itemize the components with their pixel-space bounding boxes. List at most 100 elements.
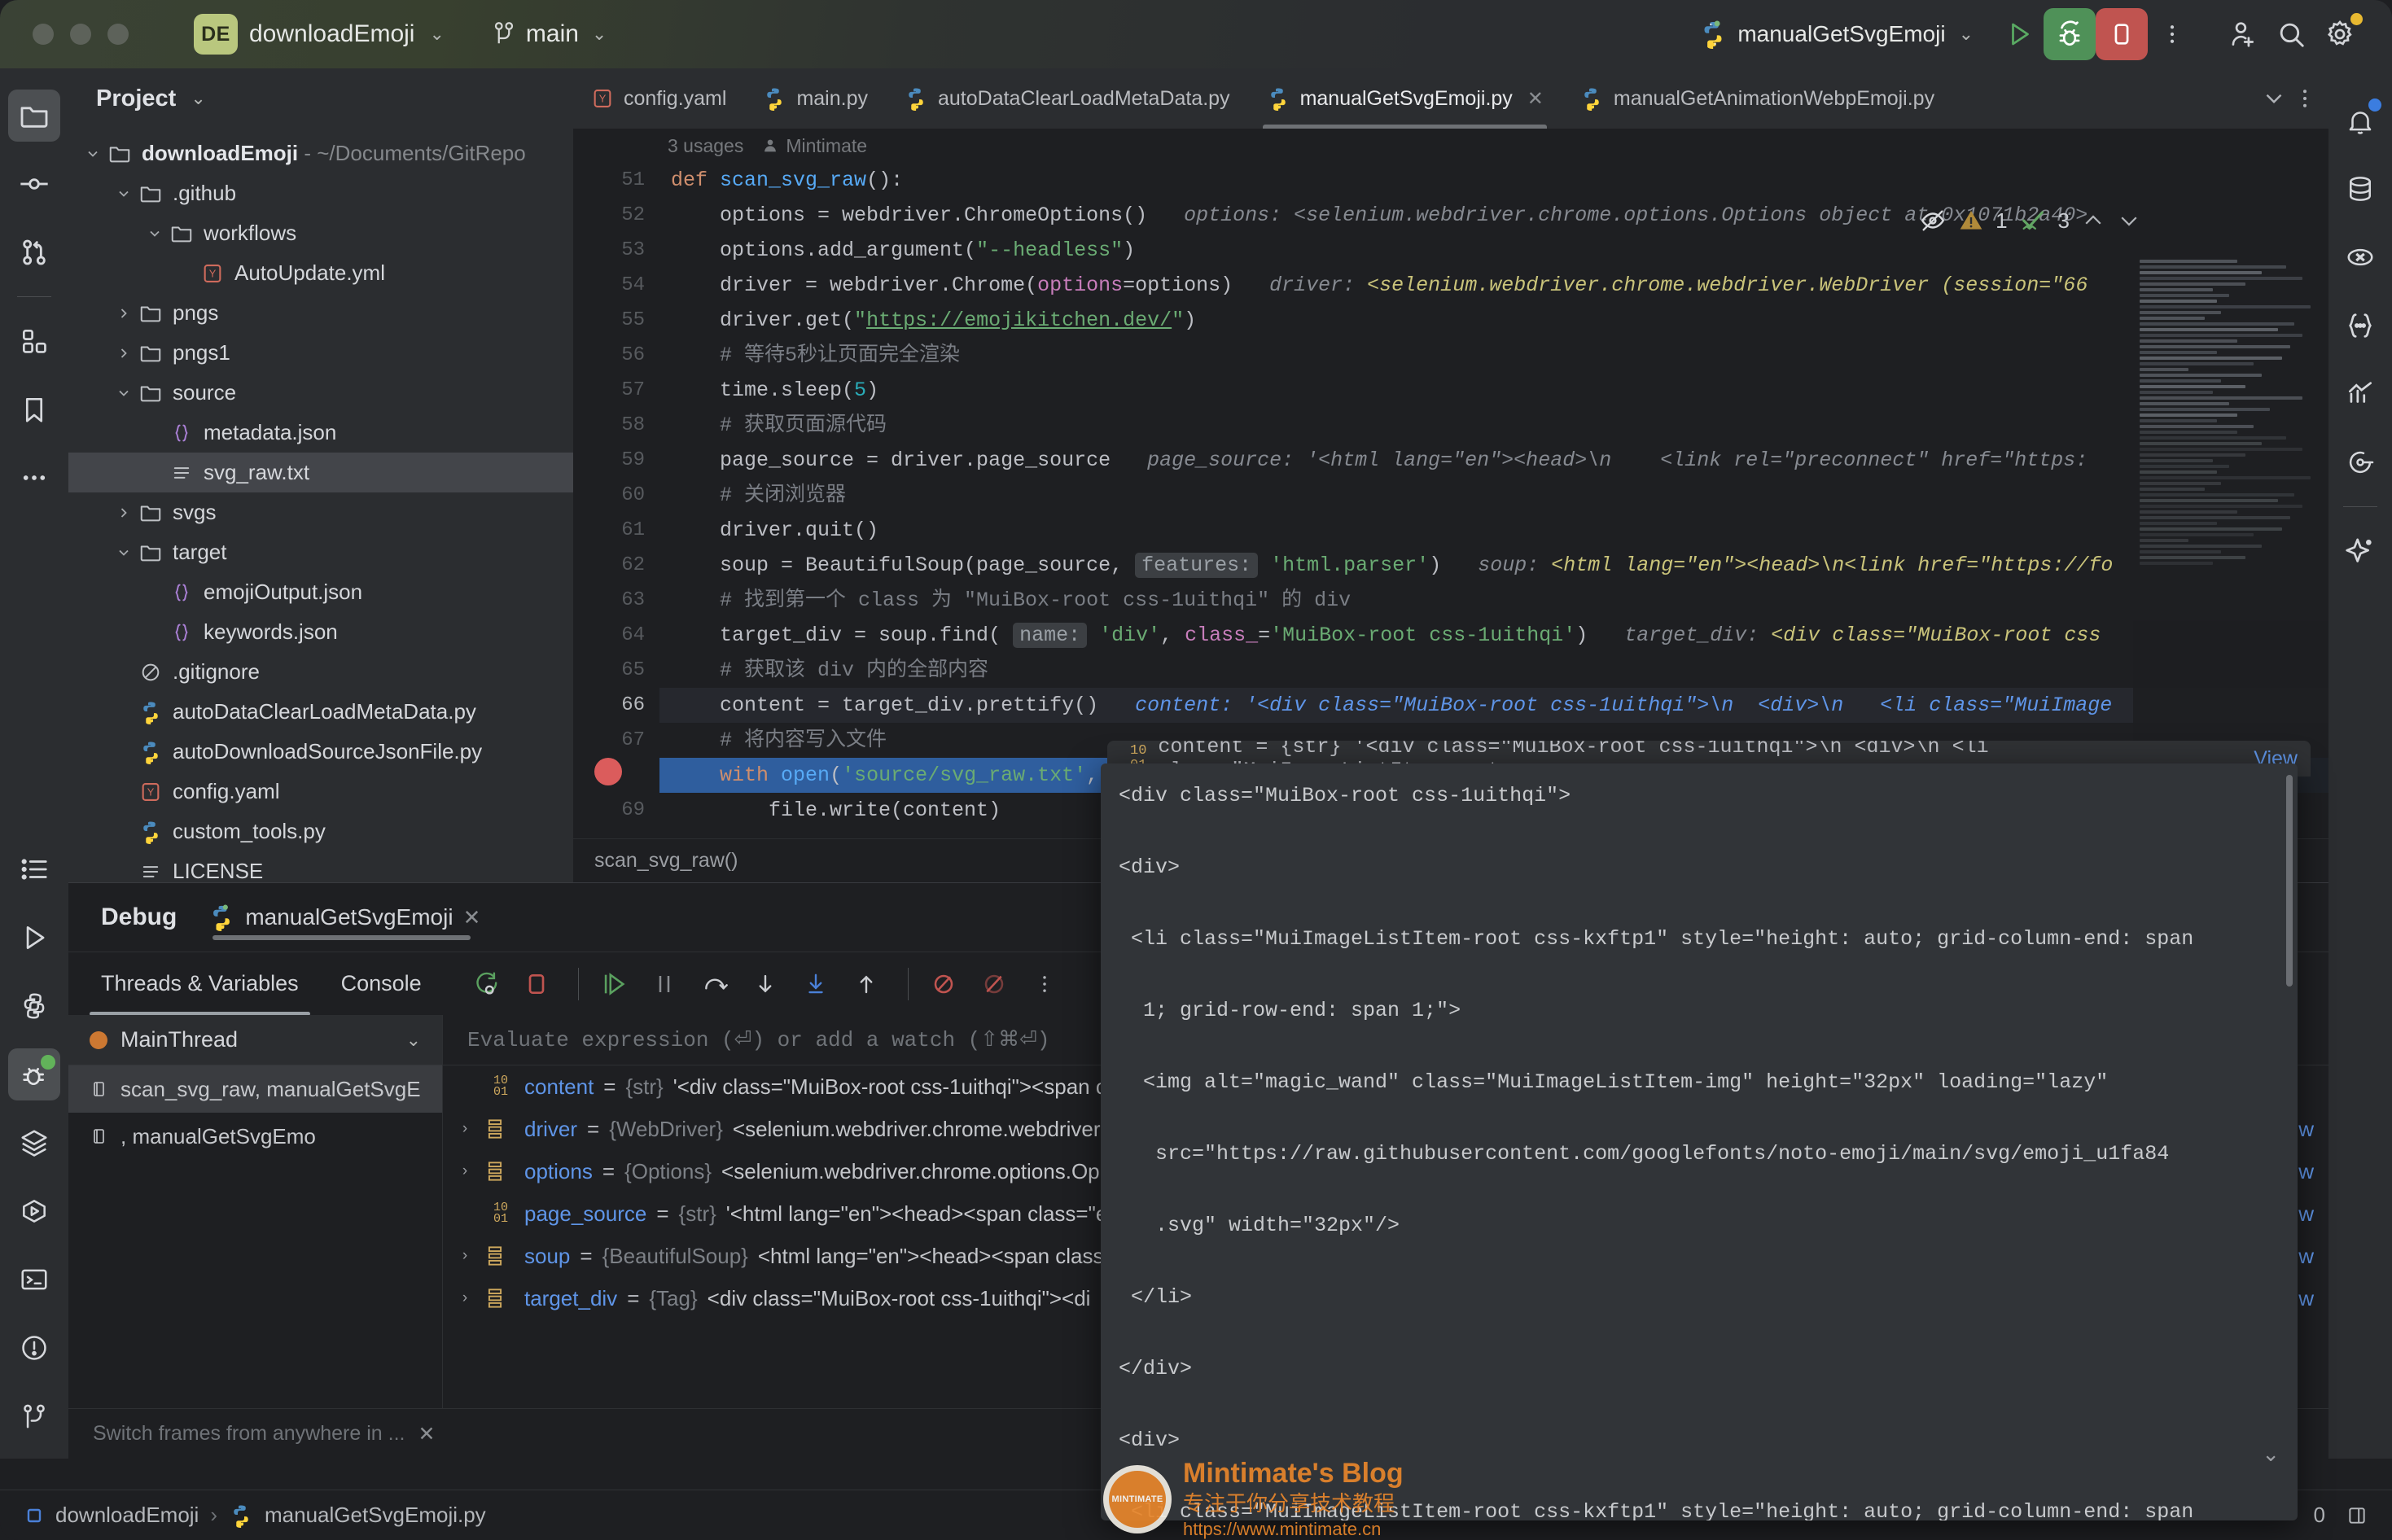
tree-item-autodataclearloadmetadata-py[interactable]: autoDataClearLoadMetaData.py [68, 692, 573, 732]
step-into-icon[interactable] [743, 962, 787, 1006]
plugins-icon[interactable] [8, 315, 60, 367]
code-line[interactable]: soup = BeautifulSoup(page_source, featur… [659, 548, 2328, 583]
stop-icon[interactable] [515, 962, 559, 1006]
code-line[interactable]: # 获取页面源代码 [659, 408, 2328, 443]
expand-arrow-icon[interactable]: › [453, 1247, 477, 1265]
run-tool-icon[interactable] [8, 912, 60, 964]
line-number[interactable]: 51 [573, 163, 659, 198]
code-line[interactable]: driver.quit() [659, 513, 2328, 548]
breakpoint-icon[interactable] [594, 758, 622, 785]
line-number[interactable]: 62 [573, 548, 659, 583]
code-line[interactable]: # 获取该 div 内的全部内容 [659, 653, 2328, 688]
disclosure-arrow-icon[interactable] [116, 186, 137, 202]
thread-selector[interactable]: MainThread ⌄ [68, 1015, 442, 1065]
endpoints-icon[interactable] [2334, 436, 2386, 488]
line-number[interactable]: 60 [573, 478, 659, 513]
editor-tab-config-yaml[interactable]: Yconfig.yaml [573, 68, 744, 129]
line-number[interactable]: 64 [573, 618, 659, 653]
line-number[interactable]: 65 [573, 653, 659, 688]
usages-label[interactable]: 3 usages [668, 135, 743, 157]
tree-item-pngs[interactable]: pngs [68, 293, 573, 333]
tree-item-source[interactable]: source [68, 373, 573, 413]
frame-item[interactable]: scan_svg_raw, manualGetSvgE [68, 1065, 442, 1113]
problems-icon[interactable] [8, 1322, 60, 1374]
disclosure-arrow-icon[interactable] [116, 305, 137, 322]
status-breadcrumb[interactable]: downloadEmoji › manualGetSvgEmoji.py [24, 1503, 486, 1528]
disclosure-arrow-icon[interactable] [116, 545, 137, 561]
line-number[interactable]: 67 [573, 723, 659, 758]
disclosure-arrow-icon[interactable] [147, 225, 168, 242]
status-menu-icon[interactable] [2346, 1505, 2368, 1526]
settings-icon[interactable] [2315, 10, 2364, 59]
code-line[interactable]: time.sleep(5) [659, 373, 2328, 408]
debug-icon[interactable] [2044, 8, 2096, 60]
xml-icon[interactable] [2334, 231, 2386, 283]
line-number[interactable]: 59 [573, 443, 659, 478]
project-icon[interactable] [8, 90, 60, 142]
line-number-gutter[interactable]: 51 52 53 54 55 56 57 58 59 60 61 62 63 64 65 66 67 69 [573, 163, 659, 882]
editor-tab-bar[interactable]: Yconfig.yaml main.py autoDataClearLoadMeta… [573, 68, 2328, 129]
close-icon[interactable]: ✕ [463, 905, 481, 930]
line-number[interactable]: 58 [573, 408, 659, 443]
tree-item-emojioutput-json[interactable]: emojiOutput.json [68, 572, 573, 612]
code-line[interactable]: # 关闭浏览器 [659, 478, 2328, 513]
tree-item-target[interactable]: target [68, 532, 573, 572]
tree-item-svg-raw-txt[interactable]: svg_raw.txt [68, 453, 573, 492]
more-actions-icon[interactable] [2148, 10, 2197, 59]
code-line[interactable]: options.add_argument("--headless") [659, 233, 2328, 268]
tree-item-pngs1[interactable]: pngs1 [68, 333, 573, 373]
run-icon[interactable] [1995, 10, 2044, 59]
search-icon[interactable] [2267, 10, 2315, 59]
tree-item-config-yaml[interactable]: Yconfig.yaml [68, 772, 573, 812]
view-breakpoints-icon[interactable] [972, 962, 1016, 1006]
version-control-icon[interactable] [8, 1390, 60, 1442]
editor-tab-main-py[interactable]: main.py [744, 68, 886, 129]
step-over-icon[interactable] [693, 962, 737, 1006]
database-icon[interactable] [2334, 163, 2386, 215]
tree-item-downloademoji[interactable]: downloadEmoji - ~/Documents/GitRepo [68, 133, 573, 173]
project-selector[interactable]: DE downloadEmoji ⌄ [194, 14, 445, 55]
add-collaborator-icon[interactable] [2218, 10, 2267, 59]
popup-scrollbar[interactable] [2286, 775, 2293, 987]
frame-list[interactable]: scan_svg_raw, manualGetSvgE , manualGetSv… [68, 1065, 442, 1160]
editor-tab-manualgetanimationwebpemoji-py[interactable]: manualGetAnimationWebpEmoji.py [1562, 68, 1952, 129]
commit-icon[interactable] [8, 158, 60, 210]
tab-threads-variables[interactable]: Threads & Variables [90, 952, 310, 1016]
notifications-icon[interactable] [2334, 94, 2386, 147]
run-configuration-selector[interactable]: manualGetSvgEmoji ⌄ [1698, 20, 1974, 49]
disclosure-arrow-icon[interactable] [116, 385, 137, 401]
terminal-icon[interactable] [8, 1253, 60, 1306]
line-number[interactable]: 55 [573, 303, 659, 338]
line-number[interactable]: 54 [573, 268, 659, 303]
next-problem-icon[interactable] [2117, 208, 2141, 233]
window-controls[interactable] [33, 24, 129, 45]
code-line[interactable]: content = target_div.prettify() content:… [659, 688, 2328, 723]
disclosure-arrow-icon[interactable] [116, 345, 137, 361]
python-packages-icon[interactable] [8, 980, 60, 1032]
bookmarks-icon[interactable] [8, 383, 60, 435]
debug-tool-icon[interactable] [8, 1048, 60, 1100]
python-console-icon[interactable] [8, 1185, 60, 1237]
code-line[interactable]: driver = webdriver.Chrome(options=option… [659, 268, 2328, 303]
line-number[interactable]: 66 [573, 688, 659, 723]
code-line[interactable]: target_div = soup.find( name: 'div', cla… [659, 618, 2328, 653]
inspection-widget[interactable]: 1 3 [1919, 207, 2141, 234]
debug-session-tab[interactable]: manualGetSvgEmoji ✕ [204, 883, 488, 952]
frame-item[interactable]: , manualGetSvgEmo [68, 1113, 442, 1160]
tree-item-svgs[interactable]: svgs [68, 492, 573, 532]
line-number[interactable]: 52 [573, 198, 659, 233]
branch-selector[interactable]: main ⌄ [492, 20, 607, 48]
expand-arrow-icon[interactable]: › [453, 1162, 477, 1180]
line-number[interactable]: 69 [573, 793, 659, 828]
more-tool-windows-icon[interactable] [8, 452, 60, 504]
tree-item-workflows[interactable]: workflows [68, 213, 573, 253]
mute-breakpoints-icon[interactable] [922, 962, 966, 1006]
more-actions-icon[interactable] [2293, 85, 2317, 112]
code-line[interactable]: # 找到第一个 class 为 "MuiBox-root css-1uithqi… [659, 583, 2328, 618]
todo-icon[interactable] [8, 843, 60, 895]
services-icon[interactable] [8, 1117, 60, 1169]
close-icon[interactable]: ✕ [1527, 87, 1544, 111]
chevron-down-icon[interactable]: ⌄ [191, 88, 205, 109]
editor-tab-manualgetsvgemoji-py[interactable]: manualGetSvgEmoji.py ✕ [1248, 68, 1562, 129]
code-line[interactable]: driver.get("https://emojikitchen.dev/") [659, 303, 2328, 338]
